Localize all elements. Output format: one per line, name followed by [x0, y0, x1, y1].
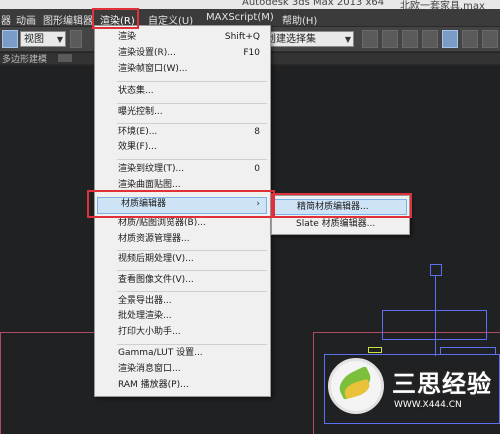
- menu-separator: [117, 344, 267, 345]
- menu-separator: [117, 103, 267, 104]
- shortcut: 8: [254, 127, 260, 137]
- named-selection-dropdown[interactable]: 创建选择集 ▼: [262, 31, 354, 47]
- shortcut: F10: [243, 48, 260, 58]
- title-bar: Autodesk 3ds Max 2013 x64 北欧一套家具.max: [0, 0, 500, 9]
- object-bounds: [430, 264, 442, 276]
- menu-render-surface-map-label: 渲染曲面贴图...: [118, 180, 181, 190]
- layer-manager-icon[interactable]: [402, 30, 418, 48]
- menu-video-post-label: 视频后期处理(V)...: [118, 254, 194, 264]
- shortcut: 0: [254, 164, 260, 174]
- graphite-icon[interactable]: [422, 30, 438, 48]
- menu-item-partial[interactable]: 器: [1, 12, 11, 27]
- ribbon-options-icon[interactable]: [58, 54, 72, 62]
- menu-render-to-texture[interactable]: 渲染到纹理(T)... 0: [95, 162, 270, 177]
- menu-rendered-frame-window-label: 渲染帧窗口(W)...: [118, 64, 188, 74]
- menu-separator: [117, 270, 267, 271]
- menu-slate-material-editor[interactable]: Slate 材质编辑器...: [274, 216, 407, 232]
- menu-material-explorer-label: 材质资源管理器...: [118, 234, 190, 244]
- grid-line: [313, 332, 314, 434]
- menu-render-message-window[interactable]: 渲染消息窗口...: [95, 362, 270, 377]
- menu-ram-player[interactable]: RAM 播放器(P)...: [95, 378, 270, 393]
- menu-gamma-lut-label: Gamma/LUT 设置...: [118, 348, 203, 358]
- menu-ram-player-label: RAM 播放器(P)...: [118, 380, 189, 390]
- mirror-icon[interactable]: [362, 30, 378, 48]
- menu-separator: [117, 250, 267, 251]
- menu-print-size-wizard-label: 打印大小助手...: [118, 327, 181, 337]
- menu-separator: [117, 291, 267, 292]
- shortcut: Shift+Q: [224, 32, 260, 42]
- menu-gamma-lut[interactable]: Gamma/LUT 设置...: [95, 346, 270, 361]
- menu-exposure-control-label: 曝光控制...: [118, 107, 163, 117]
- menu-render-message-window-label: 渲染消息窗口...: [118, 364, 181, 374]
- menu-exposure-control[interactable]: 曝光控制...: [95, 105, 270, 120]
- menu-view-image-file-label: 查看图像文件(V)...: [118, 275, 194, 285]
- menu-panorama-exporter-label: 全景导出器...: [118, 296, 172, 306]
- pivot-icon[interactable]: [70, 30, 82, 48]
- align-icon[interactable]: [382, 30, 398, 48]
- menu-panorama-exporter[interactable]: 全景导出器...: [95, 294, 270, 309]
- menu-separator: [117, 81, 267, 82]
- watermark-title: 三思经验: [392, 370, 492, 398]
- menu-effects[interactable]: 效果(F)...: [95, 140, 270, 155]
- named-selection-value: 创建选择集: [266, 34, 316, 45]
- menu-batch-render[interactable]: 批处理渲染...: [95, 309, 270, 324]
- menu-batch-render-label: 批处理渲染...: [118, 311, 172, 321]
- menu-item-maxscript[interactable]: MAXScript(M): [206, 12, 274, 23]
- annotation-box-compact-editor: [271, 193, 412, 218]
- annotation-box-material-editor: [87, 190, 275, 218]
- menu-environment-label: 环境(E)...: [118, 127, 158, 137]
- window-title: Autodesk 3ds Max 2013 x64: [242, 0, 385, 8]
- menu-print-size-wizard[interactable]: 打印大小助手...: [95, 325, 270, 340]
- object-bounds: [382, 310, 487, 340]
- schematic-view-icon[interactable]: [462, 30, 478, 48]
- menu-environment[interactable]: 环境(E)... 8: [95, 125, 270, 140]
- annotation-box-render-menu: [92, 8, 139, 29]
- menu-render-setup[interactable]: 渲染设置(R)... F10: [95, 46, 270, 61]
- menu-rendered-frame-window[interactable]: 渲染帧窗口(W)...: [95, 62, 270, 77]
- chevron-down-icon: ▼: [56, 35, 63, 44]
- material-editor-icon[interactable]: [482, 30, 498, 48]
- menu-view-image-file[interactable]: 查看图像文件(V)...: [95, 273, 270, 288]
- menu-item-help[interactable]: 帮助(H): [282, 12, 317, 27]
- menu-material-map-browser-label: 材质/贴图浏览器(B)...: [118, 218, 206, 228]
- menu-item-animation[interactable]: 动画: [16, 12, 36, 27]
- menu-render-label: 渲染: [118, 32, 137, 42]
- menu-state-sets[interactable]: 状态集...: [95, 84, 270, 99]
- watermark-url: WWW.X444.CN: [394, 400, 462, 410]
- menu-slate-material-editor-label: Slate 材质编辑器...: [296, 219, 376, 229]
- curve-editor-icon[interactable]: [442, 30, 458, 48]
- watermark: 三思经验 WWW.X444.CN: [322, 350, 498, 432]
- grid-line: [0, 332, 1, 434]
- menu-separator: [117, 123, 267, 124]
- menu-effects-label: 效果(F)...: [118, 142, 157, 152]
- menu-separator: [117, 159, 267, 160]
- reference-coord-value: 视图: [24, 34, 44, 45]
- grid-line: [0, 332, 96, 333]
- select-tool-icon[interactable]: [2, 30, 18, 48]
- menu-render-setup-label: 渲染设置(R)...: [118, 48, 176, 58]
- menu-material-map-browser[interactable]: 材质/贴图浏览器(B)...: [95, 216, 270, 231]
- menu-state-sets-label: 状态集...: [118, 86, 154, 96]
- ribbon-label: 多边形建模: [2, 55, 48, 65]
- menu-material-explorer[interactable]: 材质资源管理器...: [95, 232, 270, 247]
- menu-render-to-texture-label: 渲染到纹理(T)...: [118, 164, 185, 174]
- menu-video-post[interactable]: 视频后期处理(V)...: [95, 252, 270, 267]
- menu-item-graph-editors[interactable]: 图形编辑器: [43, 12, 93, 27]
- menu-render[interactable]: 渲染 Shift+Q: [95, 30, 270, 45]
- file-name: 北欧一套家具.max: [400, 1, 485, 9]
- chevron-down-icon: ▼: [344, 35, 351, 44]
- reference-coord-dropdown[interactable]: 视图 ▼: [20, 31, 66, 47]
